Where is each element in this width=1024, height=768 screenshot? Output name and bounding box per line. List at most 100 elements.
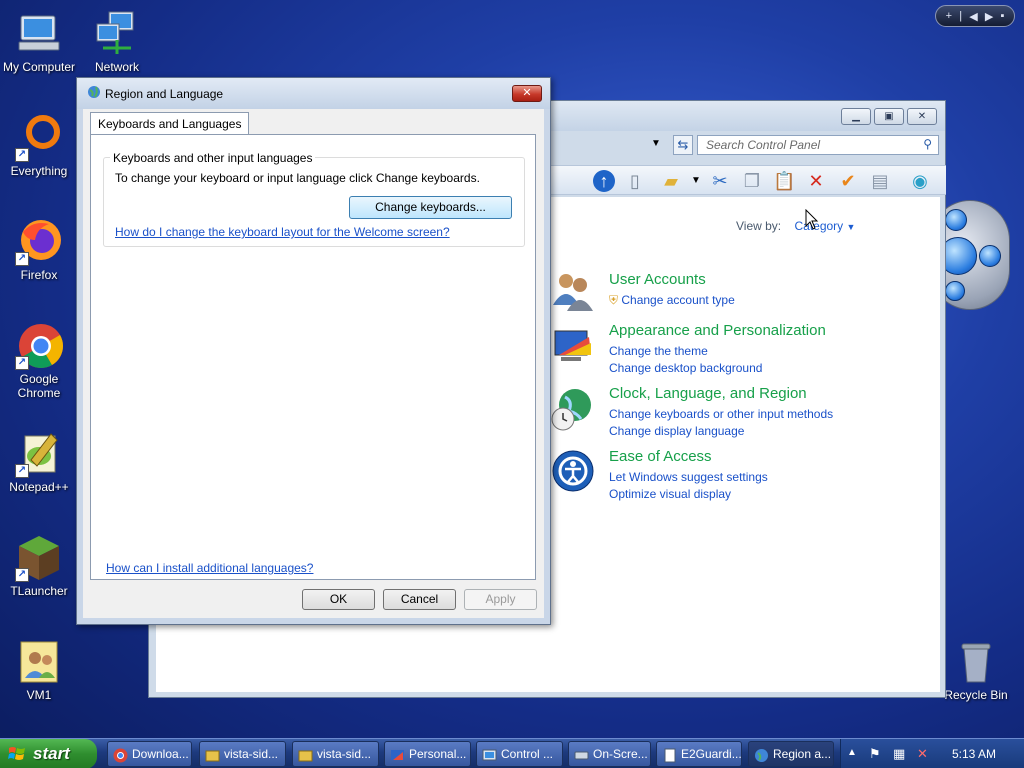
category-title[interactable]: Appearance and Personalization [609,322,826,339]
shortcut-arrow-icon: ↗ [15,148,29,162]
dropdown-icon[interactable]: ▼ [685,170,707,192]
tab-keyboards-and-languages[interactable]: Keyboards and Languages [90,112,250,134]
desktop-icon-firefox[interactable]: ↗ Firefox [0,218,78,282]
category-link[interactable]: Optimize visual display [609,486,768,503]
desktop-icon-everything[interactable]: ↗ Everything [0,114,78,178]
appearance-icon[interactable] [551,325,595,369]
category-link[interactable]: ⛨ Change account type [609,292,735,309]
close-button[interactable]: ✕ [512,85,542,102]
separator-icon: | [959,10,963,22]
desktop-icon-label: TLauncher [10,584,68,598]
tab-panel: Keyboards and other input languages To c… [90,134,536,580]
desktop-icon-label: My Computer [2,60,76,74]
copy-icon[interactable]: ❐ [741,170,763,192]
search-placeholder: Search Control Panel [706,138,821,152]
shell-icon[interactable]: ◉ [909,170,931,192]
windows-logo-icon [8,745,26,763]
next-track-icon[interactable] [979,245,1001,267]
category-appearance: Appearance and Personalization Change th… [609,322,826,377]
chrome-icon [113,747,128,763]
stop-icon[interactable] [945,281,965,301]
desktop-icon-my-computer[interactable]: My Computer [0,10,78,74]
desktop-icon-recycle-bin[interactable]: Recycle Bin [937,638,1015,702]
taskbar-item-label: Personal... [409,747,467,761]
taskbar-item-control-panel[interactable]: Control ... [476,741,563,767]
desktop-icon-label: Network [94,60,139,74]
search-input[interactable]: Search Control Panel ⚲ [697,135,939,155]
sidebar-gadget-controls[interactable]: + | ◀ ▶ ▪ [935,5,1015,27]
paste-icon[interactable]: 📋 [773,170,795,192]
folder-icon[interactable]: ▰ [660,170,682,192]
link-text: Change account type [621,293,735,307]
add-gadget-icon[interactable]: + [946,10,952,22]
keyboard-icon [574,747,589,762]
welcome-screen-keyboard-link[interactable]: How do I change the keyboard layout for … [115,225,450,239]
next-icon[interactable]: ▶ [985,10,993,23]
clock[interactable]: 5:13 AM [952,747,996,761]
chevron-down-icon[interactable]: ▼ [651,138,661,149]
up-arrow-icon[interactable]: ↑ [593,170,615,192]
globe-icon [87,85,101,99]
previous-icon[interactable]: ◀ [969,10,977,23]
desktop-icon-google-chrome[interactable]: ↗ Google Chrome [0,322,78,400]
desktop-icon-vm1[interactable]: VM1 [0,638,78,702]
control-panel-icon [482,747,497,762]
taskbar-item-e2guardian[interactable]: E2Guardi... [656,741,742,767]
close-button[interactable]: ✕ [907,108,937,125]
taskbar-item-label: vista-sid... [224,747,279,761]
change-keyboards-button[interactable]: Change keyboards... [349,196,512,219]
cancel-button[interactable]: Cancel [383,589,456,610]
check-icon[interactable]: ✔ [837,170,859,192]
maximize-button[interactable]: ▣ [874,108,904,125]
category-link[interactable]: Change desktop background [609,360,826,377]
ok-button[interactable]: OK [302,589,375,610]
view-by-label: View by: [736,219,782,233]
pause-icon[interactable] [945,209,967,231]
menu-icon[interactable]: ▪ [1001,10,1005,22]
volume-muted-icon[interactable]: ✕ [917,746,928,762]
category-link[interactable]: Let Windows suggest settings [609,469,768,486]
delete-icon[interactable]: ✕ [805,170,827,192]
folder-icon [205,747,220,762]
desktop-icon-notepad-plus-plus[interactable]: ↗ Notepad++ [0,430,78,494]
desktop-icon-label: Firefox [20,268,58,282]
taskbar: start Downloa... vista-sid... vista-sid.… [0,738,1024,768]
view-by-dropdown[interactable]: Category ▼ [794,219,855,233]
search-icon[interactable]: ⚲ [923,137,932,151]
cut-icon[interactable]: ✂ [709,170,731,192]
region-language-dialog: Region and Language ✕ Keyboards and Lang… [76,77,551,625]
category-title[interactable]: Clock, Language, and Region [609,385,833,402]
category-link[interactable]: Change keyboards or other input methods [609,406,833,423]
network-status-icon[interactable]: ▦ [893,746,905,762]
minimize-button[interactable]: ▁ [841,108,871,125]
ease-of-access-icon[interactable] [551,449,595,493]
start-button[interactable]: start [0,739,97,768]
category-title[interactable]: User Accounts [609,271,735,288]
shortcut-arrow-icon: ↗ [15,252,29,266]
apply-button[interactable]: Apply [464,589,537,610]
category-link[interactable]: Change display language [609,423,833,440]
globe-clock-icon[interactable] [551,387,595,431]
user-accounts-icon[interactable] [551,269,595,313]
taskbar-item-vista-sidebar-1[interactable]: vista-sid... [199,741,286,767]
category-clock-language-region: Clock, Language, and Region Change keybo… [609,385,833,440]
pane-icon[interactable]: ▯ [624,170,646,192]
taskbar-item-personalization[interactable]: Personal... [384,741,471,767]
taskbar-item-on-screen-keyboard[interactable]: On-Scre... [568,741,651,767]
desktop-icon-network[interactable]: Network [78,10,156,74]
users-folder-icon [15,638,63,686]
folder-icon [298,747,313,762]
desktop-icon-tlauncher[interactable]: ↗ TLauncher [0,534,78,598]
install-languages-link[interactable]: How can I install additional languages? [106,561,313,575]
start-label: start [33,744,70,763]
properties-icon[interactable]: ▤ [869,170,891,192]
dialog-titlebar[interactable]: Region and Language ✕ [77,78,550,109]
refresh-icon[interactable]: ⇆ [673,135,693,155]
taskbar-item-region-and-language[interactable]: Region a... [748,741,834,767]
taskbar-item-downloads[interactable]: Downloa... [107,741,192,767]
category-link[interactable]: Change the theme [609,343,826,360]
taskbar-item-vista-sidebar-2[interactable]: vista-sid... [292,741,379,767]
action-center-icon[interactable]: ⚑ [869,746,881,762]
category-title[interactable]: Ease of Access [609,448,768,465]
tray-expand-icon[interactable]: ▲ [847,747,857,758]
